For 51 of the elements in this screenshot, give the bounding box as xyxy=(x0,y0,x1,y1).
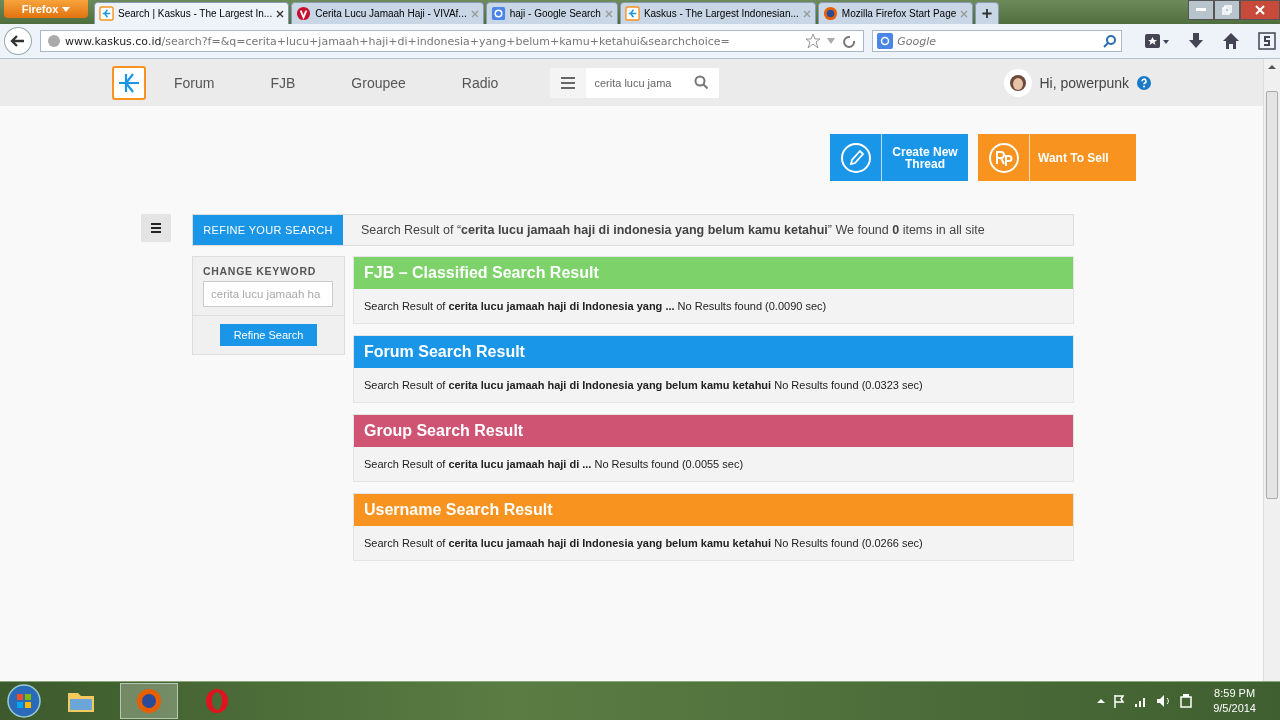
result-text: Search Result of cerita lucu jamaah haji di ... No Results found (0.0055 sec) xyxy=(363,457,745,472)
logo-icon[interactable] xyxy=(112,65,146,100)
scroll-up-icon[interactable] xyxy=(1268,63,1276,71)
bookmarks-icon[interactable] xyxy=(1144,32,1170,50)
pencil-circle-icon xyxy=(839,141,872,174)
help-icon[interactable] xyxy=(1137,75,1151,90)
browser-tab[interactable]: Kaskus - The Largest Indonesian... xyxy=(619,2,816,24)
site-favicon-icon xyxy=(624,6,640,21)
site-favicon-icon xyxy=(99,6,114,21)
close-icon[interactable] xyxy=(1240,0,1280,20)
s-square-icon[interactable] xyxy=(1258,32,1276,50)
user-greeting[interactable]: Hi, powerpunk xyxy=(1039,74,1129,91)
start-orb-icon[interactable] xyxy=(6,683,42,719)
search-engine-icon[interactable] xyxy=(877,33,894,49)
taskbar-app[interactable] xyxy=(120,683,178,719)
google-favicon-icon xyxy=(490,6,506,21)
result-title: Group Search Result xyxy=(354,415,1073,447)
address-bar[interactable]: www.kaskus.co.id/search?f=&q=cerita+lucu+jamaah+haji+di+indonesia+yang+belum+kamu+ketahui&searchchoice= xyxy=(39,30,865,52)
nav-link[interactable]: FJB xyxy=(270,74,324,91)
new-tab-icon[interactable] xyxy=(975,2,1000,24)
result-text: Search Result of cerita lucu jamaah haji di Indonesia yang ... No Results found (0.0090 sec) xyxy=(363,299,828,314)
rupiah-circle-icon xyxy=(987,141,1020,174)
result-title: Forum Search Result xyxy=(354,336,1073,368)
site-search-field[interactable]: cerita lucu jama xyxy=(550,67,720,98)
browser-tab[interactable]: Cerita Lucu Jamaah Haji - VIVAf... xyxy=(291,2,484,24)
result-title: Username Search Result xyxy=(354,494,1073,526)
clock[interactable]: 8:59 PM 9/5/2014 xyxy=(1213,686,1256,716)
menu-icon[interactable] xyxy=(141,214,171,242)
home-icon[interactable] xyxy=(1222,32,1240,50)
browser-tab[interactable]: Mozilla Firefox Start Page xyxy=(817,2,974,24)
result-text: Search Result of cerita lucu jamaah haji di Indonesia yang belum kamu ketahui No Results found (0.0323 sec) xyxy=(363,378,924,393)
close-icon[interactable] xyxy=(276,9,285,18)
avatar-icon[interactable] xyxy=(1003,68,1032,97)
result-text: Search Result of cerita lucu jamaah haji di Indonesia yang belum kamu ketahui No Results found (0.0266 sec) xyxy=(363,536,924,551)
nav-link[interactable]: Radio xyxy=(461,74,527,91)
browser-tab[interactable]: haji - Google Search xyxy=(485,2,618,24)
opera-icon xyxy=(204,687,230,715)
download-icon[interactable] xyxy=(1188,32,1204,50)
minimize-icon[interactable] xyxy=(1188,0,1214,20)
scrollbar-thumb[interactable] xyxy=(1266,91,1278,499)
search-icon[interactable] xyxy=(1103,34,1117,48)
search-field[interactable]: Google xyxy=(872,30,1122,52)
keyword-label: CHANGE KEYWORD xyxy=(202,264,318,277)
restore-icon[interactable] xyxy=(1214,0,1240,20)
nav-link[interactable]: Forum xyxy=(174,74,243,91)
search-icon[interactable] xyxy=(694,75,710,90)
nav-link[interactable]: Groupee xyxy=(351,74,434,91)
caret-icon xyxy=(62,6,71,12)
result-title: FJB – Classified Search Result xyxy=(354,257,1073,289)
browser-tab[interactable]: Search | Kaskus - The Largest In... xyxy=(94,2,290,24)
search-summary: Search Result of “cerita lucu jamaah haji di indonesia yang belum kamu ketahui” We found 0 items in all site xyxy=(361,223,985,237)
